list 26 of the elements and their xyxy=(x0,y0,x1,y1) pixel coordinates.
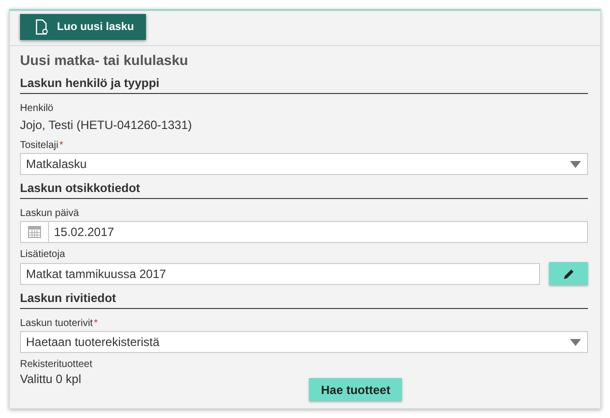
edit-button[interactable] xyxy=(549,262,588,285)
dropdown-field[interactable]: Matkalasku xyxy=(20,153,588,175)
field-value: Jojo, Testi (HETU-041260-1331) xyxy=(20,118,192,132)
required-asterisk: * xyxy=(94,318,98,329)
form-title: Uusi matka- tai kululasku xyxy=(20,52,190,68)
field-label: Laskun tuoterivit xyxy=(20,318,93,329)
section-heading: Laskun otsikkotiedot xyxy=(20,181,588,199)
caret-icon xyxy=(570,160,581,168)
text-field[interactable]: Matkat tammikuussa 2017 xyxy=(20,262,540,284)
caret-icon xyxy=(570,338,581,346)
calendar-icon xyxy=(28,226,41,238)
field-label: Lisätietoja xyxy=(20,249,66,260)
field-label: Laskun päivä xyxy=(20,208,79,219)
field-label: Tositelaji xyxy=(20,140,58,151)
field-label: Henkilö xyxy=(20,103,54,114)
field-label: Rekisterituotteet xyxy=(20,359,92,370)
document-icon xyxy=(35,19,49,35)
section-heading: Laskun rivitiedot xyxy=(20,291,588,309)
fetch-products-button[interactable]: Hae tuotteet xyxy=(309,378,402,401)
selected-count: Valittu 0 kpl xyxy=(20,372,82,386)
new-invoice-button[interactable]: Luo uusi lasku xyxy=(20,14,146,40)
pencil-icon xyxy=(562,268,574,280)
dropdown-field[interactable]: Haetaan tuoterekisteristä xyxy=(20,331,588,353)
required-asterisk: * xyxy=(59,140,64,151)
section-heading: Laskun henkilö ja tyyppi xyxy=(20,76,588,94)
date-field[interactable]: 15.02.2017 xyxy=(20,221,588,243)
